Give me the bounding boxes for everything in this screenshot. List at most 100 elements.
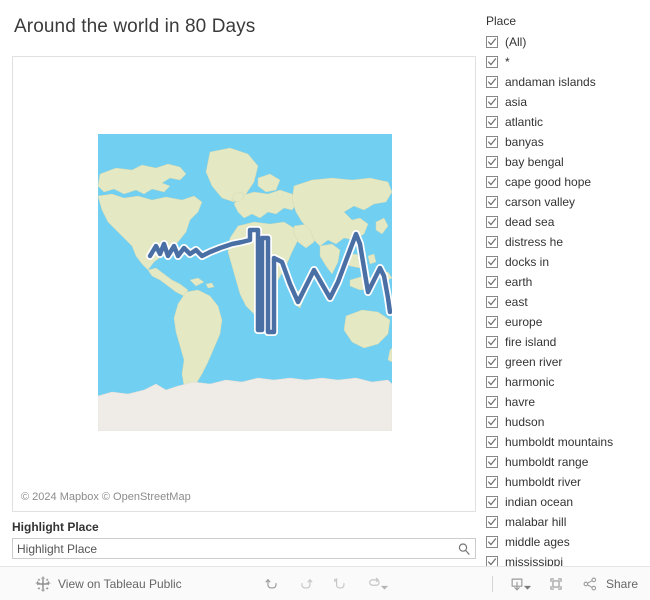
checkbox-checked-icon[interactable] — [486, 396, 498, 408]
place-filter-item-label: * — [505, 55, 510, 69]
place-filter-item-label: cape good hope — [505, 175, 592, 189]
place-filter-item-label: humboldt river — [505, 475, 582, 489]
place-filter-item[interactable]: europe — [486, 312, 650, 332]
place-filter-item-label: carson valley — [505, 195, 576, 209]
checkbox-checked-icon[interactable] — [486, 296, 498, 308]
map-worksheet[interactable]: © 2024 Mapbox © OpenStreetMap — [12, 56, 476, 512]
place-filter-item[interactable]: hudson — [486, 412, 650, 432]
checkbox-checked-icon[interactable] — [486, 36, 498, 48]
checkbox-checked-icon[interactable] — [486, 436, 498, 448]
place-filter-item[interactable]: asia — [486, 92, 650, 112]
highlight-place-input[interactable] — [13, 539, 453, 558]
place-filter-item[interactable]: humboldt mountains — [486, 432, 650, 452]
tableau-viz: Around the world in 80 Days © 2024 Mapbo… — [0, 0, 650, 600]
highlight-place-label: Highlight Place — [12, 520, 99, 534]
place-filter-item[interactable]: green river — [486, 352, 650, 372]
checkbox-checked-icon[interactable] — [486, 136, 498, 148]
place-filter-item-label: humboldt mountains — [505, 435, 614, 449]
map-canvas[interactable] — [98, 134, 392, 431]
checkbox-checked-icon[interactable] — [486, 356, 498, 368]
place-filter-item[interactable]: dead sea — [486, 212, 650, 232]
checkbox-checked-icon[interactable] — [486, 456, 498, 468]
share-label: Share — [605, 576, 638, 591]
checkbox-checked-icon[interactable] — [486, 256, 498, 268]
chevron-down-icon[interactable] — [523, 579, 532, 590]
place-filter-item[interactable]: humboldt river — [486, 472, 650, 492]
place-filter-item[interactable]: * — [486, 52, 650, 72]
place-filter-item[interactable]: east — [486, 292, 650, 312]
highlight-place-input-wrapper[interactable] — [12, 538, 476, 559]
place-filter-item[interactable]: andaman islands — [486, 72, 650, 92]
checkbox-checked-icon[interactable] — [486, 236, 498, 248]
refresh-control[interactable] — [364, 574, 389, 594]
tableau-public-link[interactable]: View on Tableau Public — [35, 567, 182, 600]
place-filter-item-label: (All) — [505, 35, 527, 49]
place-filter-item-label: indian ocean — [505, 495, 574, 509]
checkbox-checked-icon[interactable] — [486, 536, 498, 548]
place-filter-item-label: fire island — [505, 335, 557, 349]
checkbox-checked-icon[interactable] — [486, 416, 498, 428]
checkbox-checked-icon[interactable] — [486, 316, 498, 328]
search-icon[interactable] — [457, 542, 471, 556]
place-filter-item-label: humboldt range — [505, 455, 589, 469]
place-filter-item[interactable]: middle ages — [486, 532, 650, 552]
place-filter-item-label: harmonic — [505, 375, 555, 389]
checkbox-checked-icon[interactable] — [486, 476, 498, 488]
place-filter-item[interactable]: indian ocean — [486, 492, 650, 512]
place-filter-item[interactable]: docks in — [486, 252, 650, 272]
revert-icon[interactable] — [330, 574, 350, 594]
place-filter-item[interactable]: carson valley — [486, 192, 650, 212]
place-filter-item[interactable]: banyas — [486, 132, 650, 152]
place-filter-item-label: asia — [505, 95, 528, 109]
world-map-graphic — [98, 134, 392, 431]
checkbox-checked-icon[interactable] — [486, 76, 498, 88]
place-filter-item[interactable]: fire island — [486, 332, 650, 352]
checkbox-checked-icon[interactable] — [486, 556, 498, 566]
share-icon[interactable] — [580, 574, 600, 594]
tableau-logo-icon — [35, 575, 51, 592]
checkbox-checked-icon[interactable] — [486, 276, 498, 288]
share-button[interactable]: Share — [580, 574, 638, 594]
place-filter-item-label: docks in — [505, 255, 550, 269]
place-filter-item-label: mississippi — [505, 555, 564, 566]
tableau-public-label: View on Tableau Public — [58, 576, 182, 591]
checkbox-checked-icon[interactable] — [486, 196, 498, 208]
place-filter-item-label: hudson — [505, 415, 545, 429]
chevron-down-icon[interactable] — [380, 579, 389, 590]
checkbox-checked-icon[interactable] — [486, 376, 498, 388]
checkbox-checked-icon[interactable] — [486, 96, 498, 108]
place-filter-item-label: atlantic — [505, 115, 544, 129]
checkbox-checked-icon[interactable] — [486, 156, 498, 168]
place-filter-item[interactable]: earth — [486, 272, 650, 292]
place-filter-item[interactable]: distress he — [486, 232, 650, 252]
toolbar-actions: Share — [491, 567, 638, 600]
place-filter-item[interactable]: harmonic — [486, 372, 650, 392]
dashboard-body: Around the world in 80 Days © 2024 Mapbo… — [0, 0, 650, 566]
viz-toolbar: View on Tableau Public Share — [0, 566, 650, 600]
highlight-place-filter: Highlight Place — [12, 520, 476, 559]
map-attribution: © 2024 Mapbox © OpenStreetMap — [21, 491, 191, 503]
download-control[interactable] — [507, 574, 532, 594]
checkbox-checked-icon[interactable] — [486, 116, 498, 128]
toolbar-separator — [491, 575, 493, 592]
place-filter-item[interactable]: havre — [486, 392, 650, 412]
place-filter-item[interactable]: malabar hill — [486, 512, 650, 532]
redo-icon[interactable] — [296, 574, 316, 594]
checkbox-checked-icon[interactable] — [486, 336, 498, 348]
place-filter-item[interactable]: humboldt range — [486, 452, 650, 472]
place-filter-item[interactable]: bay bengal — [486, 152, 650, 172]
checkbox-checked-icon[interactable] — [486, 216, 498, 228]
checkbox-checked-icon[interactable] — [486, 496, 498, 508]
checkbox-checked-icon[interactable] — [486, 516, 498, 528]
fullscreen-icon[interactable] — [546, 574, 566, 594]
place-filter-item[interactable]: mississippi — [486, 552, 650, 566]
place-filter-item-label: havre — [505, 395, 536, 409]
checkbox-checked-icon[interactable] — [486, 56, 498, 68]
place-filter-item[interactable]: (All) — [486, 32, 650, 52]
place-filter-item-label: earth — [505, 275, 533, 289]
undo-icon[interactable] — [262, 574, 282, 594]
place-filter-item[interactable]: cape good hope — [486, 172, 650, 192]
place-filter-item[interactable]: atlantic — [486, 112, 650, 132]
place-filter-list[interactable]: (All) * andaman islands asia atlantic banyas b… — [486, 32, 650, 566]
checkbox-checked-icon[interactable] — [486, 176, 498, 188]
